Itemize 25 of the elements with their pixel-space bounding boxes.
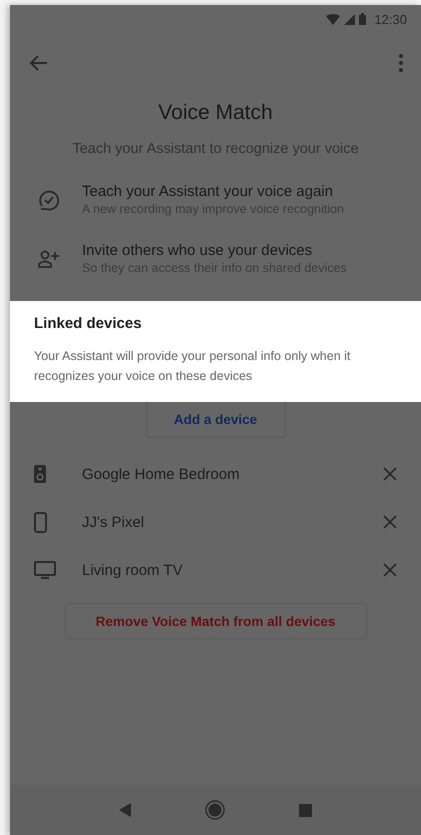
overview-square-icon[interactable] (299, 804, 312, 816)
remove-voice-match-button[interactable]: Remove Voice Match from all devices (64, 603, 366, 639)
back-triangle-icon[interactable] (119, 803, 131, 817)
page-title: Voice Match (157, 101, 274, 125)
phone-icon (34, 512, 47, 532)
card-description: Your Assistant will provide your personal info only when it recognizes your voice on these devices (34, 348, 352, 385)
speaker-icon (34, 465, 46, 483)
close-icon[interactable] (383, 563, 397, 577)
more-options-icon[interactable] (399, 54, 403, 72)
card-title: Linked devices (34, 315, 143, 332)
status-time: 12:30 (374, 12, 407, 26)
back-arrow-icon[interactable] (30, 55, 48, 71)
battery-icon (359, 13, 366, 25)
signal-icon (344, 14, 356, 24)
device-name: Google Home Bedroom (82, 466, 241, 482)
option-title[interactable]: Invite others who use your devices (82, 242, 347, 259)
close-icon[interactable] (383, 515, 397, 529)
monitor-icon (34, 561, 56, 579)
device-name: JJ's Pixel (82, 514, 146, 530)
home-circle-icon[interactable] (205, 800, 225, 820)
add-device-button[interactable]: Add a device (146, 402, 286, 438)
close-icon[interactable] (383, 467, 397, 481)
wifi-icon (326, 14, 340, 24)
device-name: Living room TV (82, 562, 184, 578)
option-title[interactable]: Teach your Assistant your voice again (82, 183, 344, 200)
